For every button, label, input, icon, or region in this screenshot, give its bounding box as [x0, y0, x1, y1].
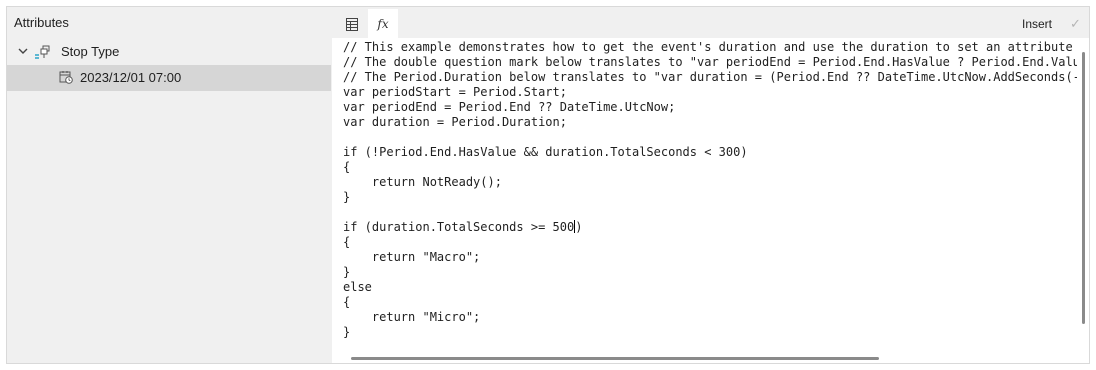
- code-line[interactable]: else: [343, 280, 1077, 295]
- vertical-scrollbar[interactable]: [1082, 52, 1085, 324]
- tree-item-stop-type[interactable]: Stop Type: [7, 39, 331, 65]
- code-editor[interactable]: // This example demonstrates how to get …: [332, 38, 1089, 363]
- code-line[interactable]: if (!Period.End.HasValue && duration.Tot…: [343, 145, 1077, 160]
- code-line[interactable]: return NotReady();: [343, 175, 1077, 190]
- code-line[interactable]: var periodStart = Period.Start;: [343, 85, 1077, 100]
- horizontal-scrollbar[interactable]: [351, 357, 879, 360]
- code-line[interactable]: [343, 205, 1077, 220]
- checkmark-icon[interactable]: ✓: [1070, 16, 1081, 32]
- code-text-segment: ): [575, 220, 583, 234]
- tab-fx[interactable]: fx: [368, 9, 398, 38]
- code-line[interactable]: }: [343, 190, 1077, 205]
- tab-table[interactable]: [341, 13, 363, 35]
- code-line[interactable]: }: [343, 265, 1077, 280]
- table-icon: [346, 17, 358, 31]
- code-text-segment: if (duration.TotalSeconds >= 500: [343, 220, 575, 234]
- tree-item-label: Stop Type: [61, 44, 120, 59]
- code-text[interactable]: // This example demonstrates how to get …: [343, 40, 1077, 350]
- fx-icon: fx: [377, 16, 389, 31]
- code-editor-panel: fx Insert ✓ // This example demonstrates…: [332, 7, 1089, 363]
- code-line[interactable]: if (duration.TotalSeconds >= 500): [343, 220, 1077, 235]
- code-line[interactable]: {: [343, 295, 1077, 310]
- attribute-template-icon: [35, 45, 50, 59]
- code-line[interactable]: return "Micro";: [343, 310, 1077, 325]
- attributes-panel: Attributes Stop Type 2023/12/01 07:00: [7, 7, 331, 363]
- code-line[interactable]: var periodEnd = Period.End ?? DateTime.U…: [343, 100, 1077, 115]
- tree-item-timestamp[interactable]: 2023/12/01 07:00: [7, 65, 331, 91]
- window-frame: Attributes Stop Type 2023/12/01 07:00 fx…: [6, 6, 1090, 364]
- code-line[interactable]: {: [343, 235, 1077, 250]
- tree-item-label: 2023/12/01 07:00: [80, 70, 182, 85]
- chevron-down-icon[interactable]: [17, 45, 29, 57]
- calendar-clock-icon: [59, 71, 73, 84]
- code-line[interactable]: var duration = Period.Duration;: [343, 115, 1077, 130]
- code-line[interactable]: {: [343, 160, 1077, 175]
- code-line[interactable]: }: [343, 325, 1077, 340]
- code-line[interactable]: return "Macro";: [343, 250, 1077, 265]
- code-line[interactable]: // The Period.Duration below translates …: [343, 70, 1077, 85]
- code-line[interactable]: // This example demonstrates how to get …: [343, 40, 1077, 55]
- editor-tabbar: fx Insert ✓: [332, 7, 1089, 38]
- code-line[interactable]: [343, 130, 1077, 145]
- code-line[interactable]: // The double question mark below transl…: [343, 55, 1077, 70]
- attributes-header: Attributes: [14, 15, 69, 30]
- insert-button[interactable]: Insert: [1022, 17, 1052, 31]
